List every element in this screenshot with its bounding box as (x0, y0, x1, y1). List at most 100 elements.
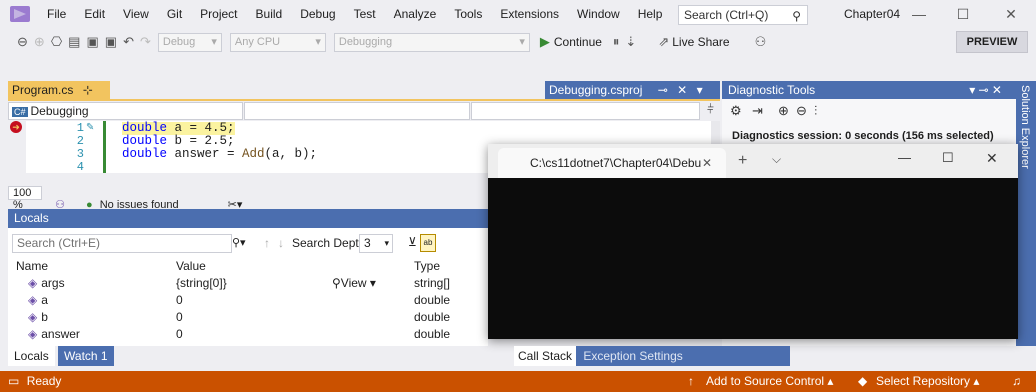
variable-icon: ◈ (28, 293, 38, 307)
table-row[interactable]: ◈ args (28, 275, 65, 291)
locals-panel-header: Locals (8, 209, 488, 228)
project-nav-select[interactable]: C# Debugging (8, 102, 243, 120)
platform-select[interactable]: Any CPU ▾ (229, 32, 326, 52)
tab-program-cs[interactable]: Program.cs ⊹ ✕ (8, 81, 110, 115)
console-tab[interactable]: C:\cs11dotnet7\Chapter04\Debu (498, 148, 726, 178)
tab-exception-settings[interactable]: Exception Settings (579, 346, 686, 366)
tab-call-stack[interactable]: Call Stack (514, 346, 577, 366)
chart-icon[interactable]: ⫶ (814, 103, 817, 119)
menu-help[interactable]: Help (629, 0, 672, 28)
arrow-down-icon[interactable]: ↓ (278, 236, 284, 250)
new-tab-icon[interactable]: + (738, 152, 747, 170)
startup-project-select[interactable]: Debugging ▾ (333, 32, 530, 52)
table-row[interactable]: ◈ b (28, 309, 48, 325)
locals-type: string[] (414, 276, 451, 290)
column-header-value[interactable]: Value (176, 258, 206, 274)
menu-tools[interactable]: Tools (445, 0, 491, 28)
hex-view-icon[interactable]: ab (420, 234, 436, 252)
menu-file[interactable]: File (38, 0, 75, 28)
chevron-down-icon: ▾ (519, 35, 525, 48)
menu-project[interactable]: Project (191, 0, 246, 28)
table-row[interactable]: ◈ a (28, 292, 48, 308)
play-icon: ▶ (539, 34, 550, 49)
select-repository-button[interactable]: Select Repository ▴ (876, 371, 979, 392)
maximize-button[interactable]: ☐ (946, 0, 980, 28)
toolbar: ⊖ ⊕ ⎔ ▤ ▣ ▣ ↶ ↷ Debug ▾ Any CPU ▾ Debuggin… (0, 28, 1036, 56)
minimize-button[interactable]: — (902, 0, 936, 28)
chat-icon: ▭ (8, 374, 20, 388)
back-icon[interactable]: ⊖ (14, 34, 31, 50)
locals-search-input[interactable]: Search (Ctrl+E) (12, 234, 232, 253)
arrow-up-icon[interactable]: ↑ (264, 236, 270, 250)
run-to-here-icon[interactable]: ✎ (86, 122, 94, 133)
pin-icon[interactable]: ⊸ (658, 83, 668, 97)
save-icon[interactable]: ▣ (83, 34, 101, 50)
step-icon[interactable]: ⇣ (622, 34, 639, 50)
menu-debug[interactable]: Debug (291, 0, 344, 28)
preview-button[interactable]: PREVIEW (956, 31, 1028, 53)
redo-icon[interactable]: ↷ (137, 34, 154, 50)
panel-options-icon[interactable]: ▾ ⊸ ✕ (969, 81, 1002, 99)
line-number: 4 (76, 160, 84, 174)
chevron-down-icon[interactable]: ⌵ (772, 152, 781, 167)
pin-icon[interactable]: ⊻ (408, 235, 417, 249)
locals-value: 0 (176, 310, 183, 324)
select-tools-icon[interactable]: ⇥ (752, 103, 763, 119)
feedback-icon[interactable]: ⚇ (752, 34, 770, 50)
menu-window[interactable]: Window (568, 0, 629, 28)
search-icon[interactable]: ⚲▾ (232, 236, 246, 249)
open-icon[interactable]: ▤ (65, 34, 83, 50)
locals-tab-strip: Locals Watch 1 (8, 346, 488, 366)
notifications-icon[interactable]: ♫ (1012, 371, 1021, 392)
maximize-button[interactable]: ☐ (942, 150, 954, 166)
search-depth-label: Search Depth: (292, 236, 369, 250)
tab-watch-1[interactable]: Watch 1 (58, 346, 114, 366)
menu-edit[interactable]: Edit (75, 0, 114, 28)
continue-button[interactable]: ▶ Continue (540, 34, 602, 50)
configuration-select[interactable]: Debug ▾ (157, 32, 222, 52)
column-header-name[interactable]: Name (16, 258, 48, 274)
settings-icon[interactable]: ⚙ (730, 103, 742, 119)
menu-view[interactable]: View (114, 0, 158, 28)
add-source-control-button[interactable]: Add to Source Control ▴ (706, 371, 833, 392)
close-button[interactable]: ✕ (994, 0, 1028, 28)
search-depth-select[interactable]: 3 ▾ (359, 234, 393, 253)
menu-build[interactable]: Build (247, 0, 292, 28)
tab-list-dropdown-icon[interactable]: ▾ (697, 83, 703, 97)
close-tab-icon[interactable]: ✕ (677, 83, 687, 97)
forward-icon[interactable]: ⊕ (31, 34, 48, 50)
tab-locals[interactable]: Locals (8, 346, 55, 366)
view-dropdown[interactable]: ⚲View ▾ (332, 275, 376, 291)
type-nav-select[interactable] (244, 102, 470, 120)
live-share-button[interactable]: Live Share (672, 35, 729, 49)
zoom-in-icon[interactable]: ⊕ (778, 103, 789, 119)
minimize-button[interactable]: — (898, 150, 911, 165)
close-tab-icon[interactable]: ✕ (702, 156, 712, 170)
undo-icon[interactable]: ↶ (120, 34, 137, 50)
status-bar: ▭ Ready ↑ Add to Source Control ▴ ◆ Sele… (0, 371, 1036, 392)
menu-git[interactable]: Git (158, 0, 191, 28)
split-icon[interactable]: ⫩ (701, 102, 720, 120)
break-all-icon[interactable]: ⏸ (610, 34, 623, 50)
variable-icon: ◈ (28, 310, 38, 324)
menu-test[interactable]: Test (345, 0, 385, 28)
solution-explorer-tab[interactable]: Solution Explorer (1016, 81, 1036, 346)
menu-extensions[interactable]: Extensions (491, 0, 568, 28)
member-nav-select[interactable] (471, 102, 700, 120)
tab-debugging-csproj[interactable]: Debugging.csproj ⊸ ✕ ▾ ⚙ (545, 81, 720, 115)
diagnostics-session-text: Diagnostics session: 0 seconds (156 ms s… (732, 130, 994, 142)
locals-type: double (414, 310, 451, 324)
new-project-icon[interactable]: ⎔ (48, 34, 65, 50)
search-icon: ⚲ (792, 9, 801, 23)
close-button[interactable]: ✕ (986, 150, 998, 167)
zoom-select[interactable]: 100 % (8, 186, 42, 211)
code-line-3[interactable]: double answer = Add(a, b); (122, 148, 317, 161)
menu-analyze[interactable]: Analyze (385, 0, 446, 28)
pin-icon[interactable]: ⊹ (83, 83, 93, 97)
zoom-out-icon[interactable]: ⊖ (796, 103, 807, 119)
save-all-icon[interactable]: ▣ (102, 34, 120, 50)
search-input[interactable]: Search (Ctrl+Q) ⚲ (678, 5, 808, 25)
variable-icon: ◈ (28, 327, 38, 341)
table-row[interactable]: ◈ answer (28, 326, 80, 342)
column-header-type[interactable]: Type (414, 258, 440, 274)
